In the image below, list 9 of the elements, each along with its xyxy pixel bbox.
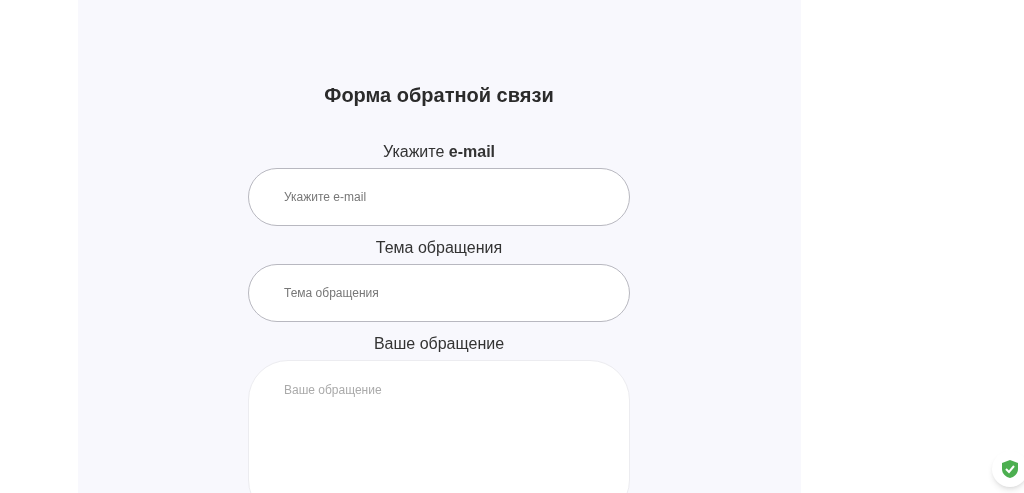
shield-button[interactable] (992, 451, 1024, 487)
message-field[interactable]: Ваше обращение (248, 360, 630, 493)
form-title: Форма обратной связи (324, 83, 554, 108)
field-label: Ваше обращение (373, 334, 505, 354)
text-field[interactable]: Тема обращения (248, 264, 630, 322)
field-label: Тема обращения (375, 238, 503, 258)
text-field[interactable]: Укажите e-mail (248, 168, 630, 226)
shield-check-icon (1001, 459, 1019, 479)
field-label: Укажите e-mail (382, 142, 496, 162)
